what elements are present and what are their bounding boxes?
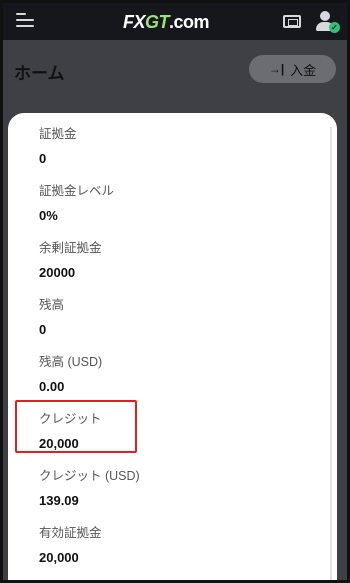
detail-label: 有効証拠金	[39, 526, 102, 540]
detail-value: 20000	[39, 265, 76, 280]
detail-value: 20,000	[39, 436, 79, 451]
detail-credit-usd: クレジット (USD) 139.09	[39, 465, 140, 508]
user-verified-icon[interactable]: ✓	[316, 11, 340, 33]
deposit-label: 入金	[290, 62, 317, 78]
detail-label: クレジット (USD)	[39, 469, 140, 483]
detail-margin: 証拠金 0	[39, 123, 77, 166]
detail-label: クレジット	[39, 412, 102, 426]
detail-value: 0.00	[39, 379, 65, 394]
detail-label: 残高	[39, 298, 65, 312]
detail-balance: 残高 0	[39, 294, 64, 337]
detail-equity: 有効証拠金 20,000	[39, 522, 102, 565]
detail-value: 0%	[39, 208, 58, 223]
deposit-button[interactable]: →| 入金	[249, 55, 336, 83]
top-navigation-bar: FXGT.com ✓	[3, 3, 347, 40]
detail-value: 0	[39, 151, 47, 166]
fxgt-logo[interactable]: FXGT.com	[123, 12, 210, 33]
ticket-icon[interactable]	[283, 15, 301, 28]
deposit-arrow-icon: →|	[268, 62, 285, 76]
detail-credit: クレジット 20,000	[39, 408, 102, 451]
detail-margin-level: 証拠金レベル 0%	[39, 180, 114, 223]
detail-label: 証拠金	[39, 127, 77, 141]
detail-label: 残高 (USD)	[39, 355, 103, 369]
app-frame: FXGT.com ✓ ホーム →| 入金 証拠金 0 証拠金レベル 0% 余剰証…	[0, 0, 350, 583]
detail-label: 証拠金レベル	[39, 184, 115, 198]
page-title: ホーム	[14, 64, 65, 83]
detail-value: 139.09	[39, 493, 79, 508]
detail-free-margin: 余剰証拠金 20000	[39, 237, 102, 280]
account-details-sheet[interactable]: 証拠金 0 証拠金レベル 0% 余剰証拠金 20000 残高 0 残高 (USD…	[8, 113, 337, 580]
detail-value: 0	[39, 322, 47, 337]
scrollbar[interactable]	[330, 127, 332, 580]
page-header: ホーム →| 入金	[3, 40, 347, 96]
detail-value: 20,000	[39, 550, 79, 565]
detail-balance-usd: 残高 (USD) 0.00	[39, 351, 102, 394]
hamburger-menu-icon[interactable]	[16, 13, 34, 29]
detail-label: 余剰証拠金	[39, 241, 102, 255]
